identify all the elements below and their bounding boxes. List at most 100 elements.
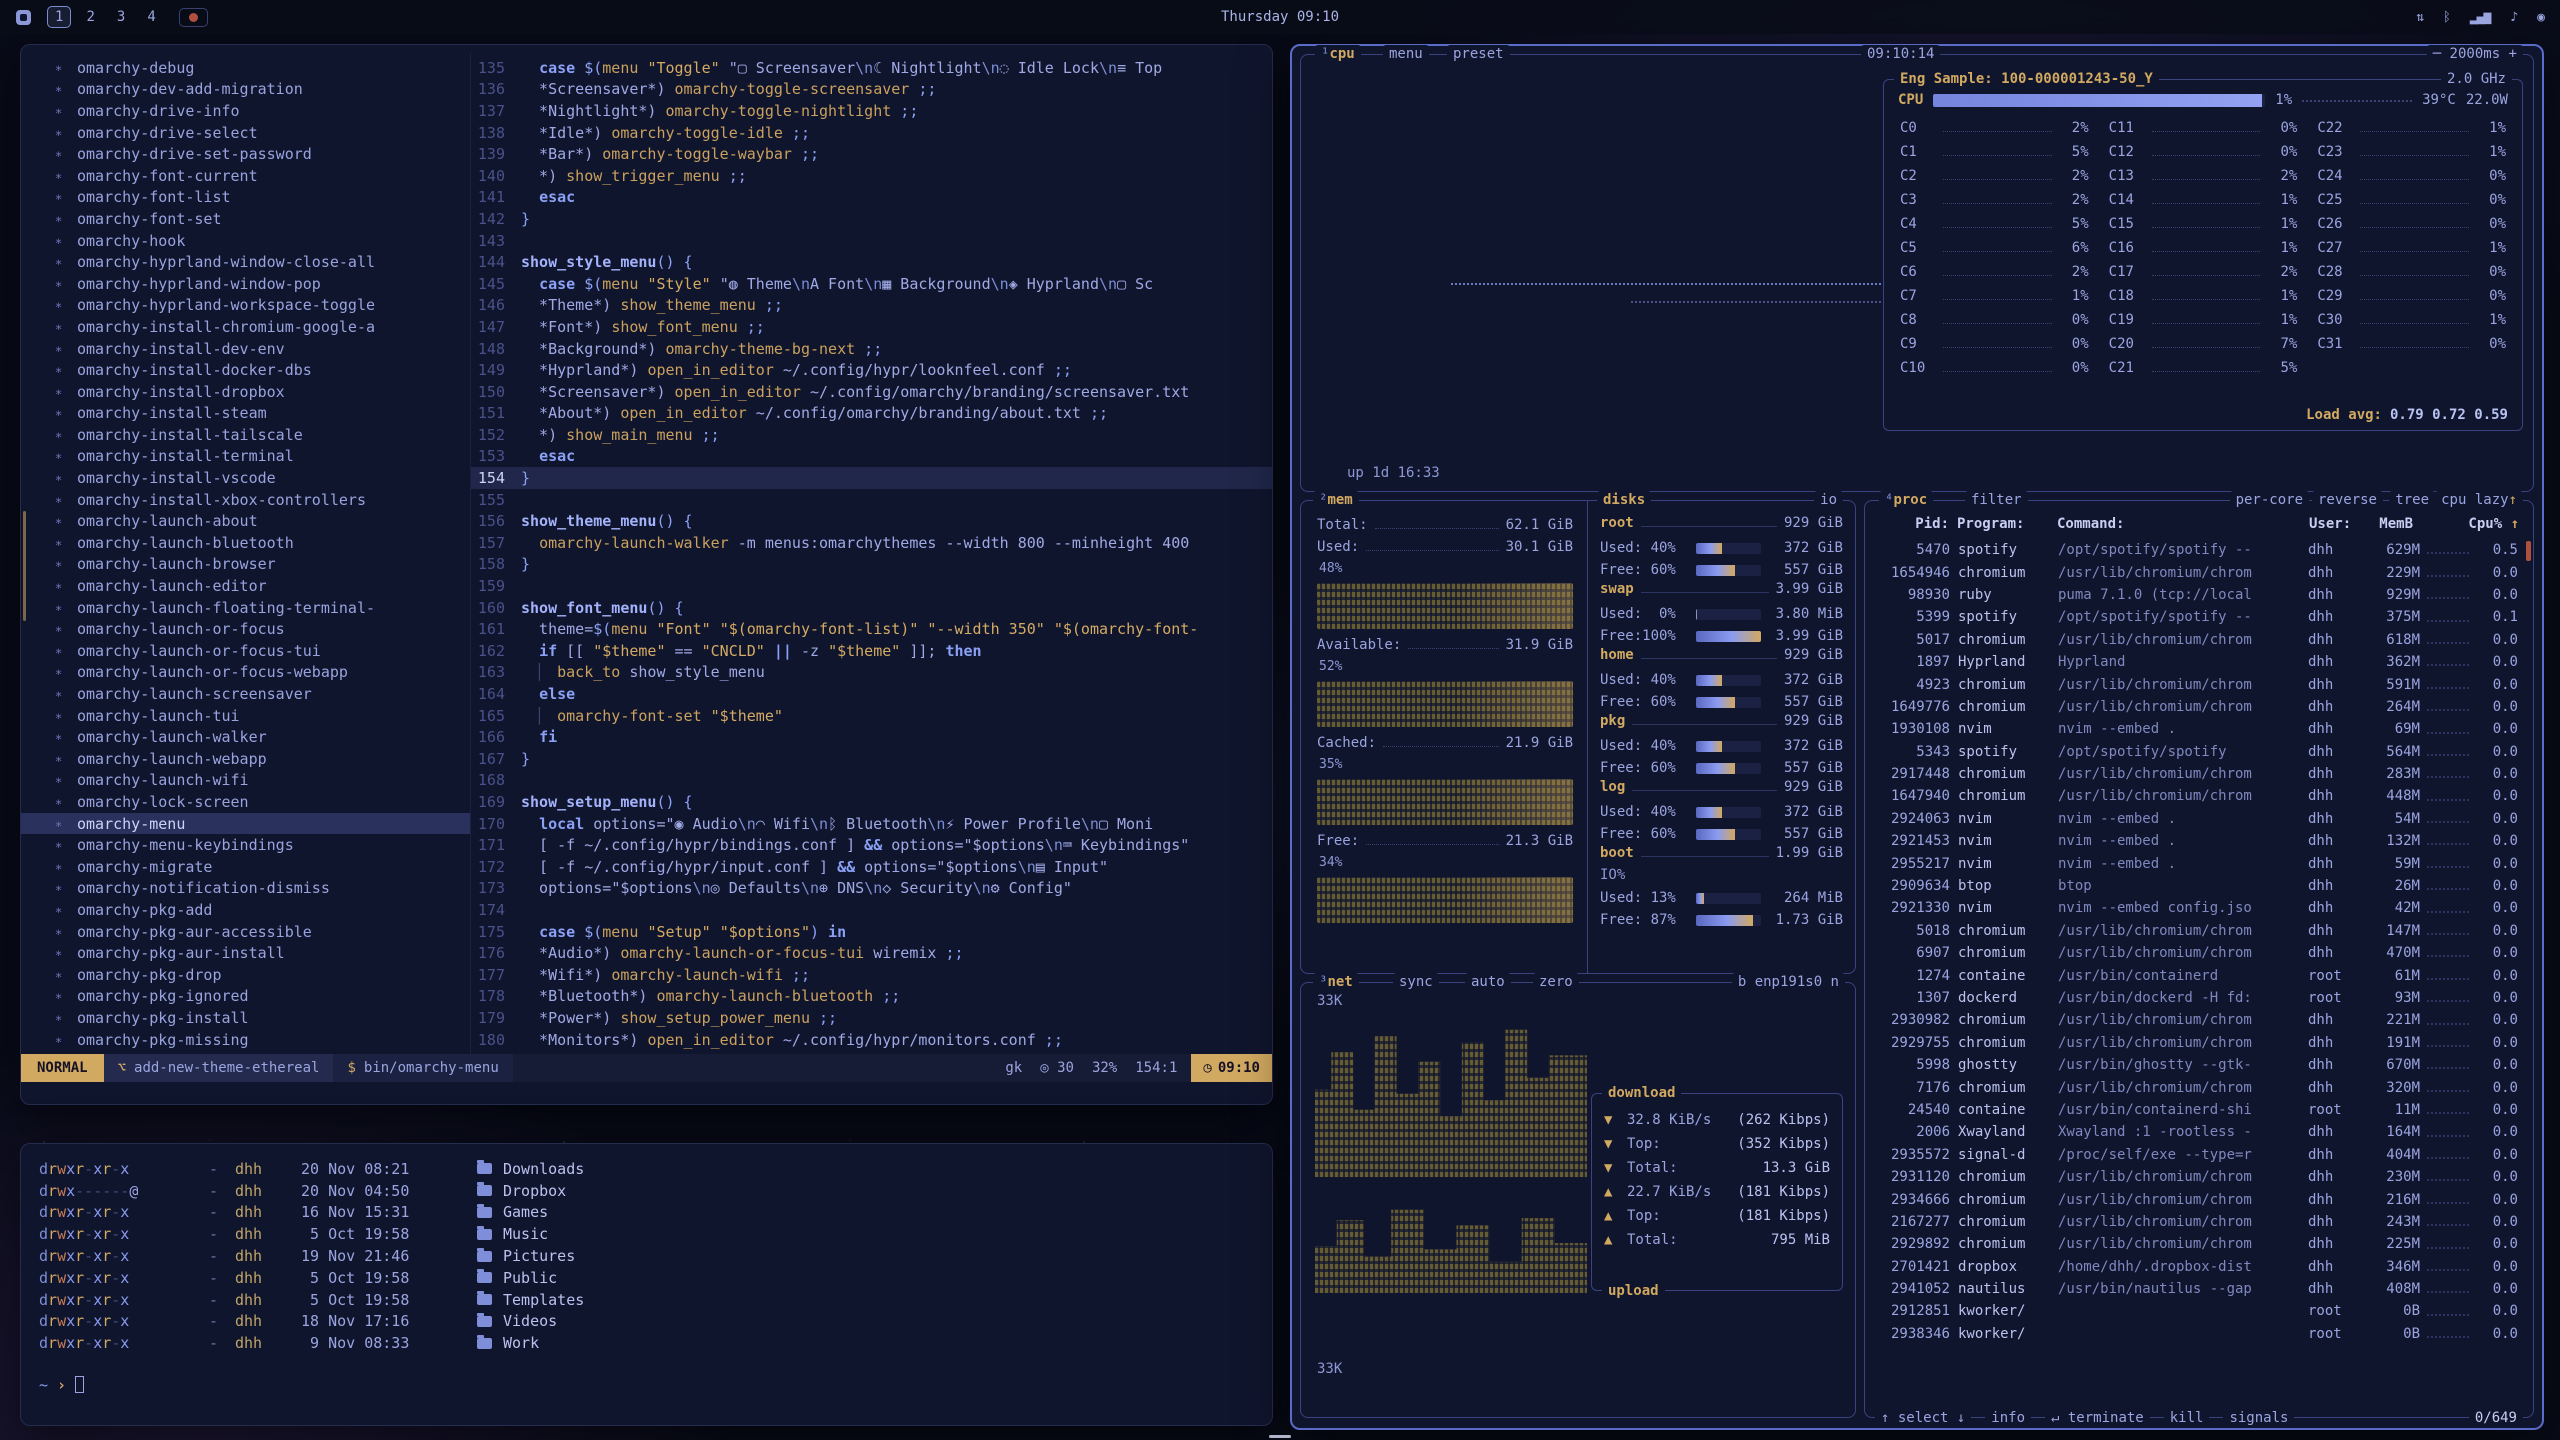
code-line[interactable]: 144show_style_menu() { bbox=[471, 251, 1272, 273]
code-line[interactable]: 147 *Font*) show_font_menu ;; bbox=[471, 316, 1272, 338]
tree-item[interactable]: ∗omarchy-launch-tui bbox=[21, 705, 470, 727]
tree-item[interactable]: ∗omarchy-menu bbox=[21, 813, 470, 835]
menu-button[interactable]: menu bbox=[1383, 45, 1429, 63]
footer-action[interactable]: kill bbox=[2164, 1409, 2210, 1427]
process-row[interactable]: 5018chromium/usr/lib/chromium/chromdhh14… bbox=[1880, 920, 2518, 942]
net-auto-button[interactable]: auto bbox=[1465, 973, 1511, 991]
sort-mode[interactable]: cpu lazy↑ bbox=[2435, 491, 2523, 509]
process-row[interactable]: 5399spotify/opt/spotify/spotify --dhh375… bbox=[1880, 606, 2518, 628]
process-row[interactable]: 2931120chromium/usr/lib/chromium/chromdh… bbox=[1880, 1166, 2518, 1188]
tree-button[interactable]: tree bbox=[2389, 491, 2435, 509]
proc-scrollbar-thumb[interactable] bbox=[2526, 541, 2531, 561]
process-row[interactable]: 2938346kworker/root0B0.0 bbox=[1880, 1323, 2518, 1345]
tree-item[interactable]: ∗omarchy-drive-info bbox=[21, 100, 470, 122]
tree-item[interactable]: ∗omarchy-install-chromium-google-a bbox=[21, 316, 470, 338]
process-row[interactable]: 2912851kworker/root0B0.0 bbox=[1880, 1300, 2518, 1322]
net-panel-title[interactable]: ³net bbox=[1313, 973, 1359, 991]
tree-item[interactable]: ∗omarchy-menu-keybindings bbox=[21, 834, 470, 856]
process-row[interactable]: 4923chromium/usr/lib/chromium/chromdhh59… bbox=[1880, 673, 2518, 695]
tree-item[interactable]: ∗omarchy-pkg-install bbox=[21, 1007, 470, 1029]
tree-scrollbar[interactable] bbox=[23, 511, 26, 621]
workspace-1[interactable]: 1 bbox=[47, 6, 71, 28]
tree-item[interactable]: ∗omarchy-pkg-add bbox=[21, 899, 470, 921]
process-row[interactable]: 2935572signal-d/proc/self/exe --type=rdh… bbox=[1880, 1144, 2518, 1166]
code-line[interactable]: 166 fi bbox=[471, 726, 1272, 748]
command-line[interactable] bbox=[21, 1082, 1272, 1104]
process-row[interactable]: 6907chromium/usr/lib/chromium/chromdhh47… bbox=[1880, 942, 2518, 964]
net-interface-selector[interactable]: b enp191s0 n bbox=[1732, 973, 1845, 991]
tree-item[interactable]: ∗omarchy-launch-or-focus bbox=[21, 618, 470, 640]
process-row[interactable]: 24540containe/usr/bin/containerd-shiroot… bbox=[1880, 1099, 2518, 1121]
tree-item[interactable]: ∗omarchy-hyprland-window-close-all bbox=[21, 251, 470, 273]
code-line[interactable]: 145 case $(menu "Style" "◍ Theme\nA Font… bbox=[471, 273, 1272, 295]
tree-item[interactable]: ∗omarchy-dev-add-migration bbox=[21, 79, 470, 101]
code-line[interactable]: 135 case $(menu "Toggle" "▢ Screensaver\… bbox=[471, 57, 1272, 79]
code-line[interactable]: 174 bbox=[471, 899, 1272, 921]
code-line[interactable]: 148 *Background*) omarchy-theme-bg-next … bbox=[471, 338, 1272, 360]
code-line[interactable]: 158} bbox=[471, 554, 1272, 576]
tree-item[interactable]: ∗omarchy-pkg-aur-install bbox=[21, 942, 470, 964]
process-row[interactable]: 2909634btopbtopdhh26M0.0 bbox=[1880, 875, 2518, 897]
process-row[interactable]: 2941052nautilus/usr/bin/nautilus --gapdh… bbox=[1880, 1278, 2518, 1300]
code-line[interactable]: 178 *Bluetooth*) omarchy-launch-bluetoot… bbox=[471, 986, 1272, 1008]
process-row[interactable]: 2929755chromium/usr/lib/chromium/chromdh… bbox=[1880, 1032, 2518, 1054]
code-line[interactable]: 159 bbox=[471, 575, 1272, 597]
code-line[interactable]: 169show_setup_menu() { bbox=[471, 791, 1272, 813]
code-line[interactable]: 177 *Wifi*) omarchy-launch-wifi ;; bbox=[471, 964, 1272, 986]
workspace-2[interactable]: 2 bbox=[79, 7, 101, 27]
net-zero-button[interactable]: zero bbox=[1533, 973, 1579, 991]
process-row[interactable]: 1654946chromium/usr/lib/chromium/chromdh… bbox=[1880, 561, 2518, 583]
launcher-logo-icon[interactable] bbox=[16, 10, 31, 25]
tree-item[interactable]: ∗omarchy-notification-dismiss bbox=[21, 878, 470, 900]
bluetooth-icon[interactable]: ᛒ bbox=[2443, 10, 2450, 25]
process-row[interactable]: 5343spotify/opt/spotify/spotifydhh564M0.… bbox=[1880, 741, 2518, 763]
io-toggle[interactable]: io bbox=[1814, 491, 1843, 509]
process-row[interactable]: 2934666chromium/usr/lib/chromium/chromdh… bbox=[1880, 1188, 2518, 1210]
code-line[interactable]: 138 *Idle*) omarchy-toggle-idle ;; bbox=[471, 122, 1272, 144]
code-line[interactable]: 171 [ -f ~/.config/hypr/bindings.conf ] … bbox=[471, 834, 1272, 856]
code-line[interactable]: 167} bbox=[471, 748, 1272, 770]
tree-item[interactable]: ∗omarchy-launch-about bbox=[21, 510, 470, 532]
tree-item[interactable]: ∗omarchy-install-dropbox bbox=[21, 381, 470, 403]
process-row[interactable]: 2917448chromium/usr/lib/chromium/chromdh… bbox=[1880, 763, 2518, 785]
tree-item[interactable]: ∗omarchy-launch-webapp bbox=[21, 748, 470, 770]
tree-item[interactable]: ∗omarchy-install-steam bbox=[21, 403, 470, 425]
per-core-button[interactable]: per-core bbox=[2230, 491, 2309, 509]
column-header[interactable]: Command: bbox=[2057, 516, 2309, 532]
footer-action[interactable]: ↑ select ↓ bbox=[1875, 1409, 1971, 1427]
reverse-button[interactable]: reverse bbox=[2312, 491, 2383, 509]
code-line[interactable]: 161 theme=$(menu "Font" "$(omarchy-font-… bbox=[471, 618, 1272, 640]
net-sync-button[interactable]: sync bbox=[1393, 973, 1439, 991]
tree-item[interactable]: ∗omarchy-install-tailscale bbox=[21, 424, 470, 446]
process-row[interactable]: 1647940chromium/usr/lib/chromium/chromdh… bbox=[1880, 785, 2518, 807]
disks-title[interactable]: disks bbox=[1597, 491, 1651, 509]
code-line[interactable]: 140 *) show_trigger_menu ;; bbox=[471, 165, 1272, 187]
process-row[interactable]: 1649776chromium/usr/lib/chromium/chromdh… bbox=[1880, 696, 2518, 718]
network-arrows-icon[interactable]: ⇅ bbox=[2416, 10, 2423, 25]
code-line[interactable]: 155 bbox=[471, 489, 1272, 511]
mem-panel-title[interactable]: ²mem bbox=[1313, 491, 1359, 509]
process-row[interactable]: 2930982chromium/usr/lib/chromium/chromdh… bbox=[1880, 1009, 2518, 1031]
tree-item[interactable]: ∗omarchy-font-list bbox=[21, 187, 470, 209]
code-line[interactable]: 143 bbox=[471, 230, 1272, 252]
code-line[interactable]: 154} bbox=[471, 467, 1272, 489]
code-line[interactable]: 179 *Power*) show_setup_power_menu ;; bbox=[471, 1007, 1272, 1029]
proc-panel-title[interactable]: ⁴proc bbox=[1879, 491, 1933, 509]
filter-button[interactable]: filter bbox=[1965, 491, 2028, 509]
tree-item[interactable]: ∗omarchy-install-dev-env bbox=[21, 338, 470, 360]
process-row[interactable]: 5017chromium/usr/lib/chromium/chromdhh61… bbox=[1880, 629, 2518, 651]
tree-item[interactable]: ∗omarchy-launch-or-focus-tui bbox=[21, 640, 470, 662]
process-row[interactable]: 5470spotify/opt/spotify/spotify --dhh629… bbox=[1880, 539, 2518, 561]
column-header[interactable]: User: bbox=[2309, 516, 2363, 532]
tree-item[interactable]: ∗omarchy-lock-screen bbox=[21, 791, 470, 813]
process-row[interactable]: 7176chromium/usr/lib/chromium/chromdhh32… bbox=[1880, 1076, 2518, 1098]
code-line[interactable]: 142} bbox=[471, 208, 1272, 230]
process-row[interactable]: 2955217nvimnvim --embed .dhh59M0.0 bbox=[1880, 852, 2518, 874]
tree-item[interactable]: ∗omarchy-launch-editor bbox=[21, 575, 470, 597]
footer-action[interactable]: ↵ terminate bbox=[2045, 1409, 2150, 1427]
code-line[interactable]: 176 *Audio*) omarchy-launch-or-focus-tui… bbox=[471, 942, 1272, 964]
workspace-4[interactable]: 4 bbox=[140, 7, 162, 27]
process-row[interactable]: 5998ghostty/usr/bin/ghostty --gtk-dhh670… bbox=[1880, 1054, 2518, 1076]
cpu-panel-title[interactable]: ¹cpu bbox=[1315, 45, 1361, 63]
code-line[interactable]: 172 [ -f ~/.config/hypr/input.conf ] && … bbox=[471, 856, 1272, 878]
